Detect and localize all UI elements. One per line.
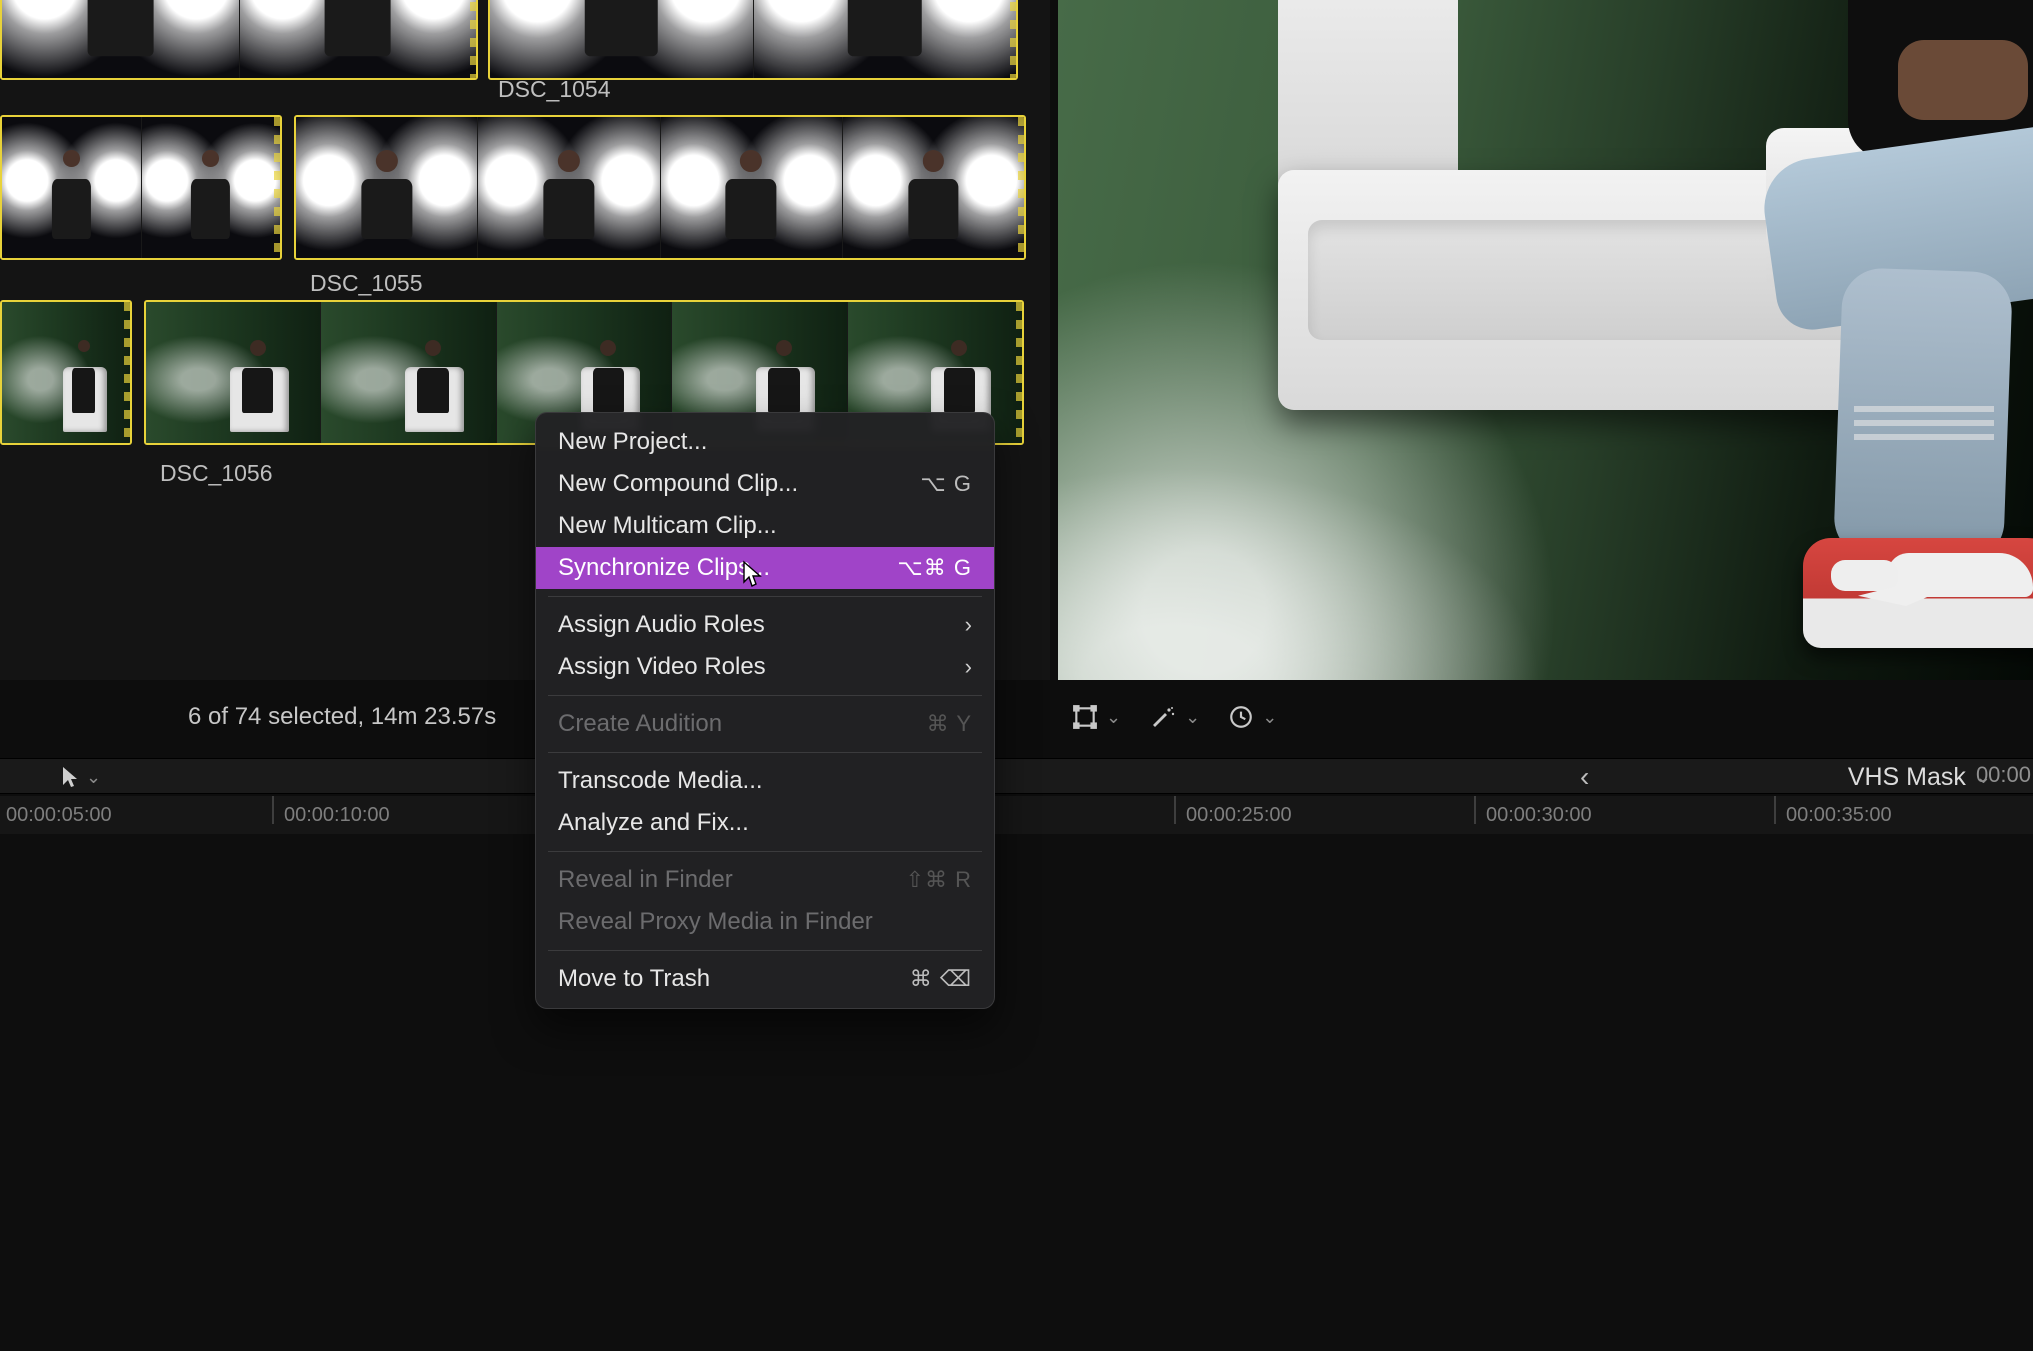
menu-item-label: Create Audition (558, 710, 722, 738)
ruler-tick: 00:00:25:00 (1186, 796, 1292, 827)
clip-thumbnail[interactable] (0, 300, 132, 445)
clip-thumbnail[interactable] (0, 0, 478, 80)
menu-item-move-to-trash[interactable]: Move to Trash ⌘ ⌫ (536, 958, 994, 1000)
context-menu-separator (548, 695, 982, 696)
menu-item-new-multicam-clip[interactable]: New Multicam Clip... (536, 505, 994, 547)
context-menu-separator (548, 596, 982, 597)
menu-item-label: Move to Trash (558, 965, 710, 993)
menu-item-label: Analyze and Fix... (558, 809, 749, 837)
menu-item-reveal-proxy-media-in-finder: Reveal Proxy Media in Finder (536, 901, 994, 943)
clip-name-label: DSC_1056 (160, 460, 273, 487)
viewer-toolbar: ⌄ ⌄ ⌄ (1058, 694, 1277, 740)
viewer-person-graphic (1708, 0, 2033, 680)
menu-item-shortcut: ⌘ ⌫ (910, 966, 972, 992)
menu-item-label: Reveal in Finder (558, 866, 733, 894)
chevron-down-icon: ⌄ (1262, 707, 1277, 728)
timeline-effect-dropdown[interactable]: VHS Mask ⌄ (1848, 763, 1991, 792)
transform-tool-button[interactable]: ⌄ (1072, 704, 1121, 730)
menu-item-assign-video-roles[interactable]: Assign Video Roles › (536, 646, 994, 688)
menu-item-label: Synchronize Clips... (558, 554, 770, 582)
context-menu-separator (548, 752, 982, 753)
chevron-down-icon: ⌄ (1185, 707, 1200, 728)
chevron-down-icon: ⌄ (86, 767, 101, 788)
timeline-history-back-button[interactable]: ‹ (1580, 761, 1589, 793)
clip-context-menu: New Project...New Compound Clip...⌥ GNew… (535, 412, 995, 1009)
submenu-arrow-icon: › (965, 654, 972, 680)
ruler-tick: 00:00:10:00 (284, 796, 390, 827)
menu-item-shortcut: ⌥⌘ G (897, 555, 972, 581)
browser-selection-status: 6 of 74 selected, 14m 23.57s (188, 703, 496, 731)
retime-tool-button[interactable]: ⌄ (1228, 704, 1277, 730)
menu-item-shortcut: ⌘ Y (927, 711, 972, 737)
menu-item-analyze-and-fix[interactable]: Analyze and Fix... (536, 802, 994, 844)
clip-thumbnail[interactable] (488, 0, 1018, 80)
menu-item-create-audition: Create Audition ⌘ Y (536, 703, 994, 745)
menu-item-transcode-media[interactable]: Transcode Media... (536, 760, 994, 802)
menu-item-label: New Project... (558, 428, 707, 456)
timeline-tool-row: ⌄ ‹ VHS Mask ⌄ (0, 758, 2033, 794)
menu-item-label: Reveal Proxy Media in Finder (558, 908, 873, 936)
select-tool-button[interactable]: ⌄ (60, 765, 101, 789)
ruler-tick: 00:00:30:00 (1486, 796, 1592, 827)
menu-item-label: Assign Audio Roles (558, 611, 765, 639)
clip-thumbnail[interactable] (294, 115, 1026, 260)
menu-item-synchronize-clips[interactable]: Synchronize Clips... ⌥⌘ G (536, 547, 994, 589)
timeline-timecode-fragment: 00:00 (1976, 762, 2033, 788)
timeline-track-area[interactable] (0, 834, 2033, 1351)
chevron-down-icon: ⌄ (1106, 707, 1121, 728)
submenu-arrow-icon: › (965, 612, 972, 638)
menu-item-shortcut: ⇧⌘ R (906, 867, 972, 893)
ruler-tick: 00:00:05:00 (6, 796, 112, 827)
menu-item-label: Transcode Media... (558, 767, 763, 795)
menu-item-label: New Multicam Clip... (558, 512, 777, 540)
clip-thumbnail[interactable] (0, 115, 282, 260)
menu-item-new-compound-clip[interactable]: New Compound Clip... ⌥ G (536, 463, 994, 505)
clip-name-label: DSC_1055 (310, 270, 423, 297)
context-menu-separator (548, 851, 982, 852)
enhance-tool-button[interactable]: ⌄ (1149, 704, 1200, 730)
clip-name-label: DSC_1054 (498, 76, 611, 103)
menu-item-label: Assign Video Roles (558, 653, 766, 681)
menu-item-label: New Compound Clip... (558, 470, 798, 498)
ruler-tick: 00:00:35:00 (1786, 796, 1892, 827)
preview-viewer (1058, 0, 2033, 680)
timeline-ruler[interactable]: 00:00:05:00 00:00:10:00 00:00:25:00 00:00:3… (0, 796, 2033, 834)
menu-item-new-project[interactable]: New Project... (536, 421, 994, 463)
menu-item-reveal-in-finder: Reveal in Finder ⇧⌘ R (536, 859, 994, 901)
menu-item-assign-audio-roles[interactable]: Assign Audio Roles › (536, 604, 994, 646)
effect-name-label: VHS Mask (1848, 763, 1966, 792)
context-menu-separator (548, 950, 982, 951)
menu-item-shortcut: ⌥ G (920, 471, 972, 497)
